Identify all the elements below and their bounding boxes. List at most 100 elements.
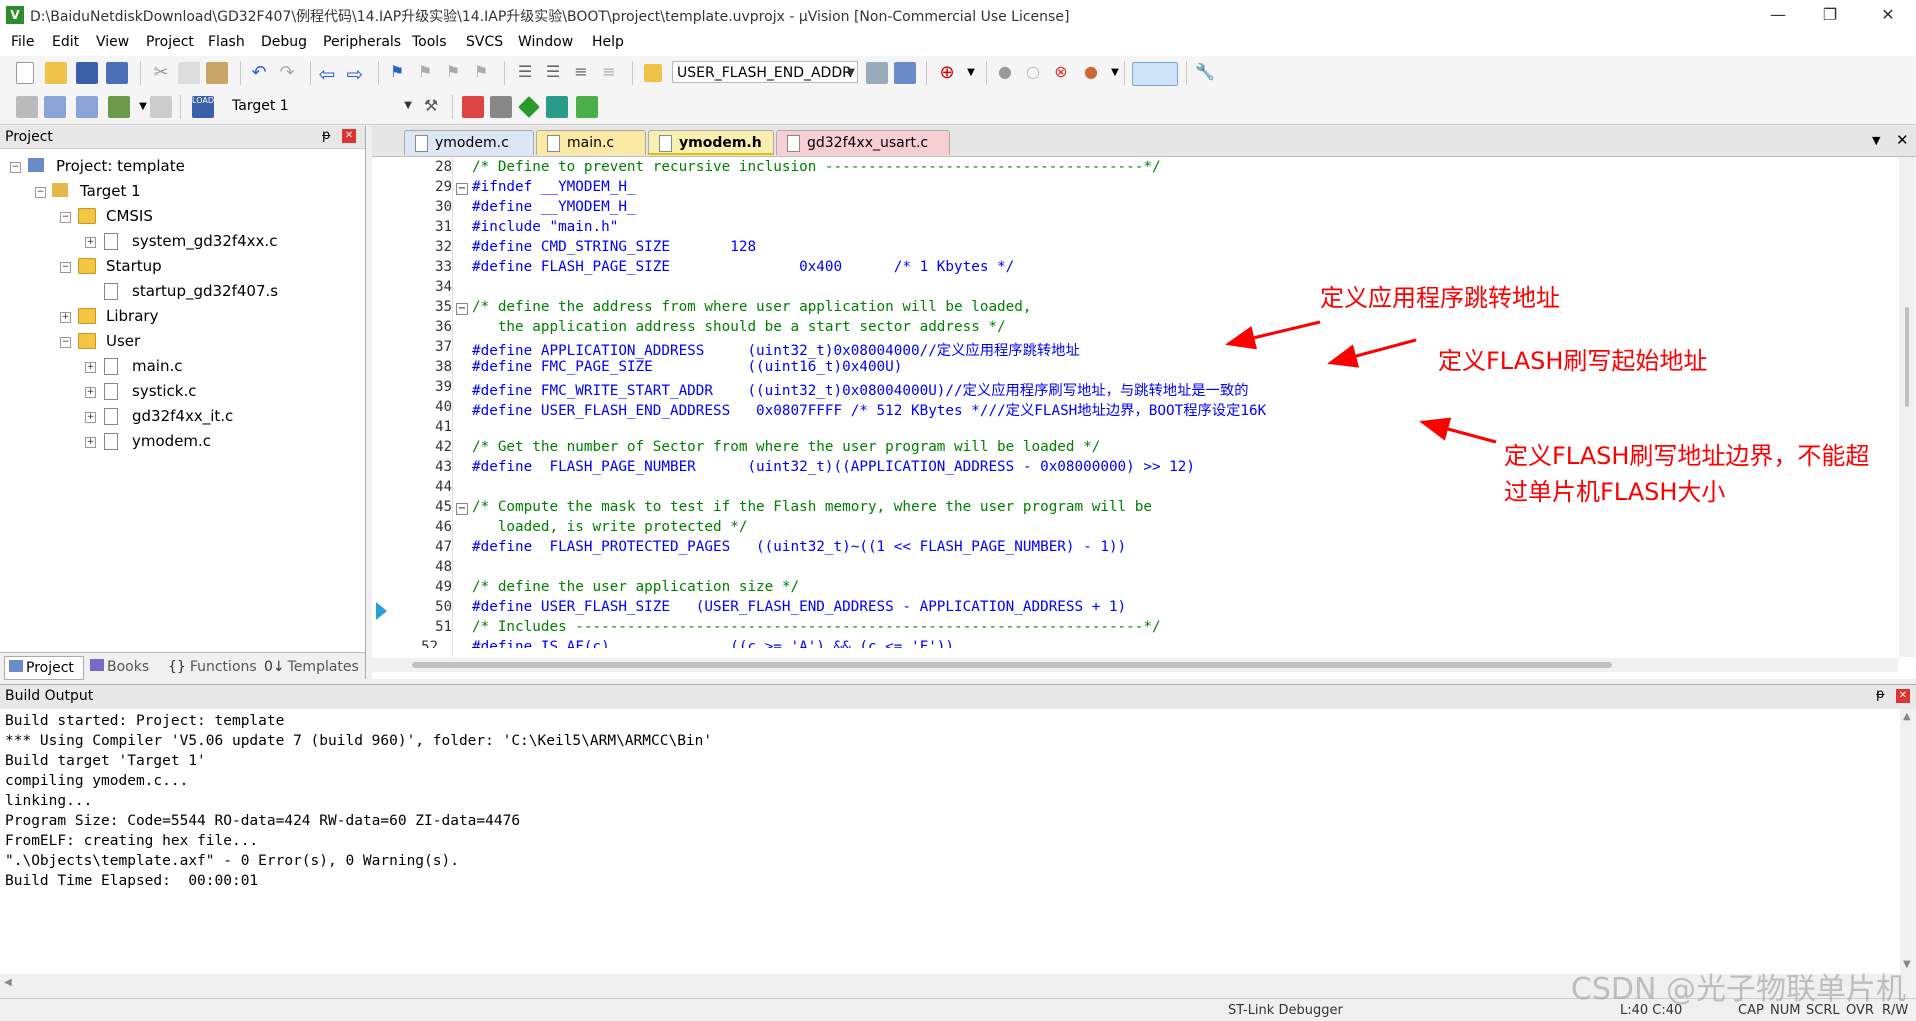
chevron-down-icon[interactable]: ▼ (1104, 62, 1126, 84)
runtime-environment-icon[interactable] (576, 96, 598, 118)
navigate-forward-icon[interactable]: ⇨ (344, 62, 366, 86)
build-vertical-scrollbar[interactable]: ▲ ▼ (1900, 709, 1916, 974)
tree-item-file[interactable]: + system_gd32f4xx.c (0, 229, 360, 254)
insert-breakpoint-icon[interactable]: ● (994, 62, 1016, 84)
save-all-icon[interactable] (106, 62, 128, 84)
collapse-toggle-icon[interactable]: − (60, 212, 71, 223)
menu-svcs[interactable]: SVCS (466, 34, 503, 50)
prev-bookmark-icon[interactable]: ⚑ (414, 62, 436, 84)
clear-bookmarks-icon[interactable]: ⚑ (470, 62, 492, 84)
indent-icon[interactable]: ☰ (514, 62, 536, 84)
find-in-files-icon[interactable] (644, 64, 662, 82)
chevron-down-icon[interactable]: ▼ (404, 95, 412, 117)
uncomment-icon[interactable]: ≡ (598, 62, 620, 84)
tree-item-file[interactable]: + systick.c (0, 379, 360, 404)
expand-toggle-icon[interactable]: + (85, 387, 96, 398)
menu-peripherals[interactable]: Peripherals (323, 34, 401, 50)
vertical-scrollbar[interactable] (1899, 157, 1915, 657)
cut-icon[interactable]: ✂ (150, 62, 172, 84)
debug-session-icon[interactable]: ⊕ (936, 62, 958, 84)
redo-icon[interactable]: ↷ (276, 62, 298, 84)
build-icon[interactable] (44, 96, 66, 118)
select-packs-icon[interactable] (518, 96, 540, 118)
horizontal-scrollbar[interactable] (372, 658, 1898, 672)
chevron-down-icon[interactable]: ▼ (960, 62, 982, 84)
kill-breakpoints-icon[interactable]: ● (1080, 62, 1102, 84)
tree-item-target[interactable]: − Target 1 (0, 179, 360, 204)
unindent-icon[interactable]: ☰ (542, 62, 564, 84)
translate-icon[interactable] (16, 96, 38, 118)
pin-icon[interactable]: ᵽ (322, 128, 331, 143)
copy-icon[interactable] (178, 62, 200, 84)
tree-item-group[interactable]: − User (0, 329, 360, 354)
scrollbar-thumb[interactable] (412, 662, 1612, 668)
bookmark-icon[interactable]: ⚑ (386, 62, 408, 84)
collapse-toggle-icon[interactable]: − (35, 187, 46, 198)
tree-item-group[interactable]: − Startup (0, 254, 360, 279)
pin-icon[interactable]: ᵽ (1876, 687, 1885, 702)
configure-icon[interactable]: 🔧 (1194, 62, 1216, 84)
menu-window[interactable]: Window (518, 34, 573, 50)
build-output-text[interactable]: Build started: Project: template *** Usi… (0, 709, 1900, 974)
scrollbar-thumb[interactable] (1905, 307, 1909, 407)
chevron-down-icon[interactable]: ▼ (847, 62, 855, 82)
target-options-icon[interactable]: ⚒ (420, 96, 442, 118)
close-panel-icon[interactable]: ✕ (342, 129, 356, 143)
close-button[interactable]: ✕ (1860, 0, 1916, 30)
menu-debug[interactable]: Debug (261, 34, 307, 50)
tab-functions[interactable]: {} Functions (166, 656, 257, 678)
new-file-icon[interactable] (16, 62, 34, 84)
open-file-icon[interactable] (45, 62, 67, 84)
maximize-button[interactable]: ❐ (1802, 0, 1858, 30)
menu-help[interactable]: Help (592, 34, 624, 50)
next-bookmark-icon[interactable]: ⚑ (442, 62, 464, 84)
close-panel-icon[interactable]: ✕ (1896, 689, 1910, 703)
tree-item-file[interactable]: startup_gd32f407.s (0, 279, 360, 304)
menu-file[interactable]: File (11, 34, 34, 50)
navigate-back-icon[interactable]: ⇦ (316, 62, 338, 86)
tree-item-file[interactable]: + main.c (0, 354, 360, 379)
tree-item-file[interactable]: + gd32f4xx_it.c (0, 404, 360, 429)
expand-toggle-icon[interactable]: + (85, 412, 96, 423)
menu-tools[interactable]: Tools (412, 34, 447, 50)
manage-multi-project-icon[interactable] (490, 96, 512, 118)
tree-item-file[interactable]: + ymodem.c (0, 429, 360, 454)
batch-build-icon[interactable] (108, 96, 130, 118)
menu-flash[interactable]: Flash (208, 34, 245, 50)
menu-view[interactable]: View (96, 34, 129, 50)
scroll-up-icon[interactable]: ▲ (1903, 711, 1911, 722)
paste-icon[interactable] (206, 62, 228, 84)
stop-build-icon[interactable] (150, 96, 172, 118)
comment-icon[interactable]: ≡ (570, 62, 592, 84)
save-icon[interactable] (76, 62, 98, 84)
collapse-toggle-icon[interactable]: − (60, 262, 71, 273)
tree-item-project[interactable]: − Project: template (0, 154, 360, 179)
code-area[interactable]: 28 /* Define to prevent recursive inclus… (372, 126, 1916, 661)
enable-breakpoint-icon[interactable]: ○ (1022, 62, 1044, 84)
scroll-left-icon[interactable]: ◀ (4, 977, 12, 988)
find-icon[interactable] (866, 62, 888, 84)
window-layout-icon[interactable] (1132, 62, 1178, 86)
expand-toggle-icon[interactable]: + (85, 362, 96, 373)
target-combo[interactable]: Target 1 ▼ (228, 95, 414, 117)
rebuild-icon[interactable] (76, 96, 98, 118)
undo-icon[interactable]: ↶ (248, 62, 270, 84)
pack-installer-icon[interactable] (546, 96, 568, 118)
fold-toggle-icon[interactable]: − (456, 503, 468, 515)
fold-toggle-icon[interactable]: − (456, 183, 468, 195)
collapse-toggle-icon[interactable]: − (60, 337, 71, 348)
disable-breakpoints-icon[interactable]: ⊗ (1050, 62, 1072, 84)
tree-item-group[interactable]: + Library (0, 304, 360, 329)
tab-project[interactable]: Project (4, 656, 84, 680)
expand-toggle-icon[interactable]: + (85, 237, 96, 248)
incremental-find-icon[interactable] (894, 62, 916, 84)
tab-books[interactable]: Books (88, 656, 160, 678)
tree-item-group[interactable]: − CMSIS (0, 204, 360, 229)
expand-toggle-icon[interactable]: + (60, 312, 71, 323)
collapse-toggle-icon[interactable]: − (10, 162, 21, 173)
manage-project-items-icon[interactable] (462, 96, 484, 118)
find-combo[interactable]: USER_FLASH_END_ADDR ▼ (672, 61, 858, 83)
minimize-button[interactable]: — (1750, 0, 1806, 30)
menu-project[interactable]: Project (146, 34, 194, 50)
download-icon[interactable]: LOAD (192, 96, 214, 118)
